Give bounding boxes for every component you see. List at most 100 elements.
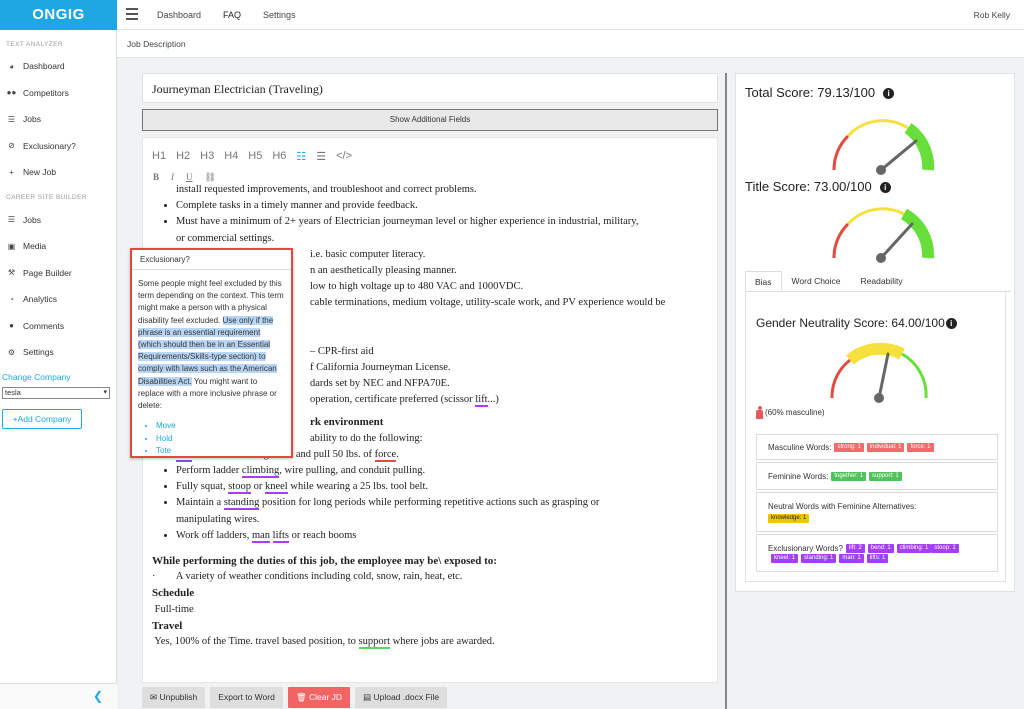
word-tag[interactable]: strong: 1 (834, 442, 864, 452)
word-tag[interactable]: man: 1 (839, 554, 864, 563)
sidebar-item-page-builder[interactable]: ⚒ Page Builder (0, 260, 116, 287)
user-menu[interactable]: Rob Kelly (974, 0, 1010, 30)
sidebar-item-label: Competitors (23, 87, 69, 98)
word-tag[interactable]: individual: 1 (866, 442, 905, 452)
list-item: Complete tasks in a timely manner and pr… (176, 198, 712, 214)
feminine-words-label: Feminine Words: (768, 471, 829, 481)
text-line: install requested improvements, and trou… (176, 184, 477, 195)
popup-text-highlight: Use only if the phrase is an essential r… (138, 315, 277, 386)
sidebar-item-label: Media (23, 241, 47, 252)
word-tag[interactable]: kneel: 1 (771, 554, 799, 563)
suggestion-move[interactable]: Move (156, 420, 285, 433)
top-nav: Dashboard FAQ Settings (157, 0, 318, 30)
total-score-text: Total Score: 79.13/100 (745, 85, 876, 100)
h6-button[interactable]: H6 (272, 150, 286, 163)
flagged-word[interactable]: climbing (241, 465, 280, 479)
clear-jd-button[interactable]: 🗑 Clear JD (287, 687, 351, 708)
company-select-value: tesla (5, 387, 21, 397)
tab-word-choice[interactable]: Word Choice (782, 271, 851, 291)
export-word-button[interactable]: Export to Word (210, 687, 283, 708)
text-span: Work off ladders, (176, 529, 252, 541)
word-tag[interactable]: support: 1 (869, 471, 902, 481)
flagged-word[interactable]: man (251, 529, 271, 543)
gender-score-text: Gender Neutrality Score: 64.00/100 (756, 316, 945, 330)
sidebar-item-media[interactable]: ▣ Media (0, 233, 116, 260)
bias-panel: Gender Neutrality Score: 64.00/100 i (60%… (745, 292, 1006, 582)
sidebar-item-jobs[interactable]: ☰ Jobs (0, 106, 116, 133)
h3-button[interactable]: H3 (200, 150, 214, 163)
list-icon: ☰ (7, 114, 16, 124)
h1-button[interactable]: H1 (152, 150, 166, 163)
button-label: Unpublish (159, 692, 198, 702)
add-company-button[interactable]: +Add Company (2, 408, 82, 429)
sidebar-item-dashboard[interactable]: ◕ Dashboard (0, 53, 116, 80)
word-tag[interactable]: lift: 2 (846, 544, 865, 553)
suggestion-tote[interactable]: Tote (156, 445, 285, 458)
flagged-word[interactable]: kneel (264, 481, 288, 495)
heading-toolbar: H1 H2 H3 H4 H5 H6 ☷ ☰ </> (152, 150, 352, 163)
sidebar-item-exclusionary[interactable]: ⊘ Exclusionary? (0, 133, 116, 160)
word-tag[interactable]: knowledge: 1 (768, 513, 810, 523)
info-icon[interactable]: i (879, 182, 891, 193)
unpublish-button[interactable]: ✉ Unpublish (142, 687, 206, 708)
flagged-word[interactable]: lift (475, 394, 488, 408)
masculine-percent: (60% masculine) (765, 408, 825, 417)
flagged-word[interactable]: support (358, 636, 390, 650)
nav-dashboard[interactable]: Dashboard (157, 0, 201, 30)
sidebar-item-analytics[interactable]: ◔ Analytics (0, 286, 116, 313)
word-tag[interactable]: standing: 1 (801, 554, 837, 563)
gender-score-gauge (830, 342, 928, 403)
company-select[interactable]: tesla ▾ (2, 386, 110, 399)
text-span: ...) (487, 394, 499, 406)
word-tag[interactable]: together: 1 (831, 471, 867, 481)
numbered-list-icon[interactable]: ☰ (316, 150, 326, 163)
menu-icon[interactable] (126, 8, 138, 20)
flagged-word[interactable]: standing (223, 497, 260, 511)
sidebar-item-new-job[interactable]: + New Job (0, 159, 116, 186)
sidebar-item-comments[interactable]: ● Comments (0, 313, 116, 340)
popup-title: Exclusionary? (132, 250, 291, 270)
nav-settings[interactable]: Settings (263, 0, 296, 30)
h4-button[interactable]: H4 (224, 150, 238, 163)
text-span: operation, certificate preferred (scisso… (310, 394, 476, 406)
nav-faq[interactable]: FAQ (223, 0, 241, 30)
word-tag[interactable]: bend: 1 (867, 544, 894, 553)
change-company-link[interactable]: Change Company (0, 372, 116, 382)
gender-neutrality-score: Gender Neutrality Score: 64.00/100 i (756, 316, 957, 330)
sidebar-item-settings[interactable]: ⚙ Settings (0, 339, 116, 366)
show-additional-fields-button[interactable]: Show Additional Fields (142, 109, 718, 131)
text-span: Fully squat, (176, 481, 229, 493)
flagged-word[interactable]: lifts (272, 529, 289, 543)
info-icon[interactable]: i (945, 318, 957, 329)
word-tag[interactable]: force: 1 (907, 442, 934, 452)
tab-readability[interactable]: Readability (851, 271, 913, 291)
upload-docx-button[interactable]: ▤ Upload .docx File (355, 687, 448, 708)
chevron-left-icon[interactable]: ❮ (93, 689, 103, 703)
word-tag[interactable]: lifts: 1 (866, 554, 889, 563)
bullet-list-icon[interactable]: ☷ (296, 150, 306, 163)
section-career-site: CAREER SITE BUILDER (6, 193, 87, 201)
text-line: or commercial settings. (176, 232, 275, 244)
h2-button[interactable]: H2 (176, 150, 190, 163)
text-span: Maintain a (176, 497, 224, 509)
job-title-input[interactable]: Journeyman Electrician (Traveling) (142, 73, 718, 103)
word-tag[interactable]: climbing: 1 (896, 544, 932, 553)
suggestion-hold[interactable]: Hold (156, 433, 285, 446)
info-icon[interactable]: i (883, 88, 895, 99)
masculine-indicator: (60% masculine) (756, 406, 825, 419)
panel-divider[interactable] (725, 73, 727, 709)
h5-button[interactable]: H5 (248, 150, 262, 163)
flagged-word[interactable]: stoop (228, 481, 251, 495)
sidebar-collapse[interactable]: ❮ (0, 683, 117, 709)
title-score-gauge (832, 207, 935, 263)
sidebar-item-label: New Job (23, 167, 57, 178)
code-icon[interactable]: </> (336, 150, 352, 163)
sidebar-item-jobs-2[interactable]: ☰ Jobs (0, 207, 116, 234)
sidebar-item-competitors[interactable]: ●● Competitors (0, 80, 116, 107)
gear-icon: ⚙ (7, 347, 16, 357)
tab-bias[interactable]: Bias (745, 271, 782, 291)
total-score: Total Score: 79.13/100 i (745, 85, 895, 100)
flagged-word[interactable]: force (374, 448, 397, 462)
word-tag[interactable]: stoop: 1 (931, 544, 959, 553)
logo[interactable]: ONGIG (0, 0, 117, 30)
